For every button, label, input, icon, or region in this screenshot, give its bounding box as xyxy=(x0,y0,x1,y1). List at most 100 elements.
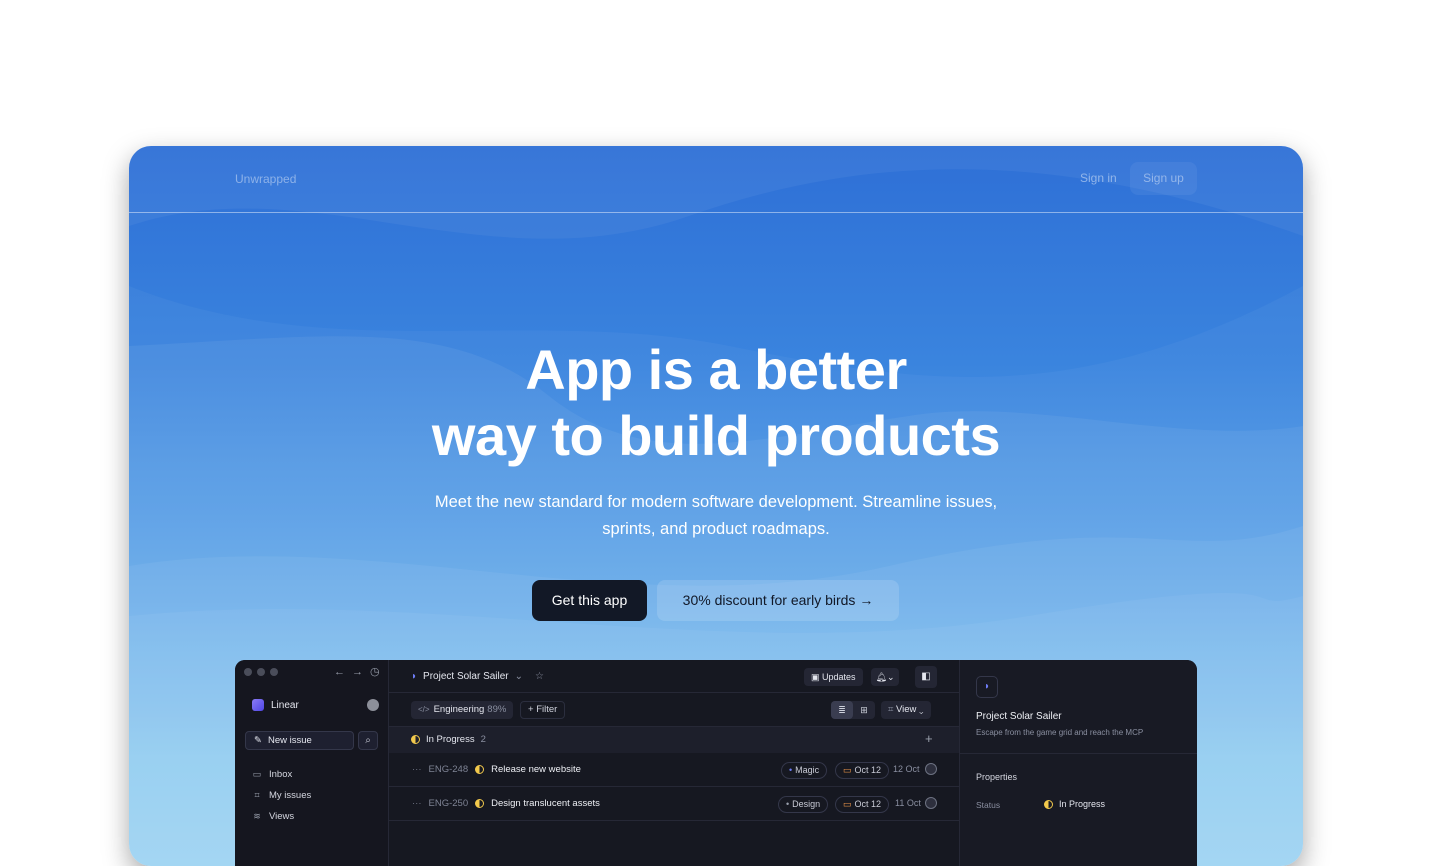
team-filter-chip[interactable]: </> Engineering 89% xyxy=(411,701,514,719)
issue-title: Design translucent assets xyxy=(491,798,600,809)
due-text: Oct 12 xyxy=(854,765,882,775)
forward-arrow-icon[interactable]: → xyxy=(352,666,370,678)
search-button[interactable]: ⌕ xyxy=(358,731,378,750)
updates-label: Updates xyxy=(822,672,856,682)
issue-info: ··· ENG-250 Design translucent assets xyxy=(412,798,600,809)
label-tag[interactable]: • Magic xyxy=(781,762,828,779)
new-issue-label: New issue xyxy=(267,735,312,746)
app-main: ◗ Project Solar Sailer ⌄ ☆ ▣ Updates 🔔︎⌄… xyxy=(389,660,959,866)
discount-button[interactable]: 30% discount for early birds → xyxy=(657,580,899,621)
team-name: Engineering xyxy=(433,704,485,715)
table-row[interactable]: ··· ENG-250 Design translucent assets • D… xyxy=(389,787,959,821)
group-header[interactable]: In Progress 2 + xyxy=(389,727,959,753)
in-progress-icon xyxy=(475,765,485,774)
inbox-icon: ▭ xyxy=(252,769,262,779)
due-date-tag[interactable]: ▭ Oct 12 xyxy=(835,796,890,813)
sliders-icon: ⌗ xyxy=(888,704,896,715)
user-avatar[interactable] xyxy=(367,699,379,711)
target-icon: ⌗ xyxy=(254,790,260,800)
filter-button[interactable]: + Filter xyxy=(520,701,566,719)
code-icon: </> xyxy=(418,705,430,714)
back-arrow-icon[interactable]: ← xyxy=(334,666,352,678)
due-date-tag[interactable]: ▭ Oct 12 xyxy=(835,762,890,779)
hero-title-line1: App is a better xyxy=(525,338,907,401)
label-tag[interactable]: • Design xyxy=(778,796,829,813)
add-issue-icon[interactable]: + xyxy=(925,731,933,746)
in-progress-icon xyxy=(1044,799,1053,809)
more-icon[interactable]: ··· xyxy=(412,764,422,775)
signup-button[interactable]: Sign up xyxy=(1130,162,1197,195)
zoom-dot[interactable] xyxy=(270,668,278,676)
issue-id: ENG-248 xyxy=(428,764,469,775)
group-title: In Progress 2 xyxy=(411,734,486,745)
project-icon: ◗ xyxy=(411,671,418,682)
clock-icon[interactable]: ◷ xyxy=(370,666,387,678)
filter-label: Filter xyxy=(536,704,558,715)
due-text: Oct 12 xyxy=(854,799,882,809)
status-label: Status xyxy=(976,800,1001,810)
assignee-avatar[interactable] xyxy=(925,763,937,775)
divider xyxy=(960,753,1197,754)
hero-subtitle: Meet the new standard for modern softwar… xyxy=(434,493,998,538)
calendar-icon: ▭ xyxy=(843,799,852,809)
status-value: In Progress xyxy=(1059,799,1106,809)
app-preview: ←→◷ Linear ✎ New issue ⌕ ▭ Inbox ⌗ My is… xyxy=(235,660,1197,866)
filter-bar: </> Engineering 89% + Filter ≣ ⊞ ⌗ View ⌄ xyxy=(389,693,959,727)
notifications-button[interactable]: 🔔︎⌄ xyxy=(871,668,899,686)
project-icon: ◗ xyxy=(976,676,998,698)
close-dot[interactable] xyxy=(244,668,252,676)
view-label: View xyxy=(896,704,917,715)
in-progress-icon xyxy=(475,799,485,808)
status-selector[interactable]: In Progress xyxy=(1044,799,1105,809)
project-switcher[interactable]: ◗ Project Solar Sailer ⌄ ☆ xyxy=(411,671,544,682)
assignee-avatar[interactable] xyxy=(925,797,937,809)
toggle-panel-button[interactable]: ◧ xyxy=(915,666,937,688)
updates-button[interactable]: ▣ Updates xyxy=(804,668,863,686)
detail-title: Project Solar Sailer xyxy=(976,711,1062,722)
issue-date: 12 Oct xyxy=(893,764,920,774)
project-title: Project Solar Sailer xyxy=(423,671,509,682)
more-icon[interactable]: ··· xyxy=(412,798,422,809)
list-layout-icon[interactable]: ≣ xyxy=(831,701,853,719)
label-text: Design xyxy=(792,799,821,809)
compose-icon: ✎ xyxy=(254,735,262,746)
dot-icon: • xyxy=(789,765,793,775)
sidebar-item-views[interactable]: ≋ Views xyxy=(252,811,294,822)
plus-icon: + xyxy=(528,704,537,715)
workspace-switcher[interactable]: Linear xyxy=(252,699,299,711)
updates-icon: ▣ xyxy=(811,672,820,682)
project-header: ◗ Project Solar Sailer ⌄ ☆ ▣ Updates 🔔︎⌄… xyxy=(389,660,959,693)
detail-description: Escape from the game grid and reach the … xyxy=(976,728,1144,737)
view-options-button[interactable]: ⌗ View ⌄ xyxy=(881,701,931,719)
top-navigation: Unwrapped Sign in Sign up xyxy=(129,146,1303,213)
board-layout-icon[interactable]: ⊞ xyxy=(853,701,875,719)
brand-logo[interactable]: Unwrapped xyxy=(235,172,296,186)
issue-date: 11 Oct xyxy=(895,798,921,808)
layout-toggle: ≣ ⊞ xyxy=(831,701,875,719)
issue-title: Release new website xyxy=(491,764,581,775)
issue-id: ENG-250 xyxy=(428,798,469,809)
calendar-icon: ▭ xyxy=(843,765,852,775)
hero-title: App is a better way to build products xyxy=(129,337,1303,469)
sidebar-item-my-issues[interactable]: ⌗ My issues xyxy=(252,790,311,801)
minimize-dot[interactable] xyxy=(257,668,265,676)
hero-title-line2: way to build products xyxy=(431,404,1001,467)
star-icon[interactable]: ☆ xyxy=(535,671,544,682)
get-app-button[interactable]: Get this app xyxy=(532,580,647,621)
layers-icon: ≋ xyxy=(253,811,261,821)
history-nav: ←→◷ xyxy=(334,665,387,678)
group-label: In Progress xyxy=(426,734,475,745)
signin-link[interactable]: Sign in xyxy=(1080,171,1117,185)
new-issue-button[interactable]: ✎ New issue xyxy=(245,731,354,750)
sidebar-item-inbox[interactable]: ▭ Inbox xyxy=(252,769,293,780)
sidebar-item-label: Views xyxy=(269,811,295,822)
team-progress: 89% xyxy=(487,704,507,715)
issue-info: ··· ENG-248 Release new website xyxy=(412,764,581,775)
panel-icon: ◧ xyxy=(921,671,931,682)
landing-frame: Unwrapped Sign in Sign up App is a bette… xyxy=(129,146,1303,866)
bell-icon: 🔔︎⌄ xyxy=(875,672,895,682)
chevron-down-icon: ⌄ xyxy=(916,704,924,715)
table-row[interactable]: ··· ENG-248 Release new website • Magic ▭… xyxy=(389,753,959,787)
sidebar-item-label: My issues xyxy=(269,790,312,801)
app-sidebar: ←→◷ Linear ✎ New issue ⌕ ▭ Inbox ⌗ My is… xyxy=(235,660,389,866)
